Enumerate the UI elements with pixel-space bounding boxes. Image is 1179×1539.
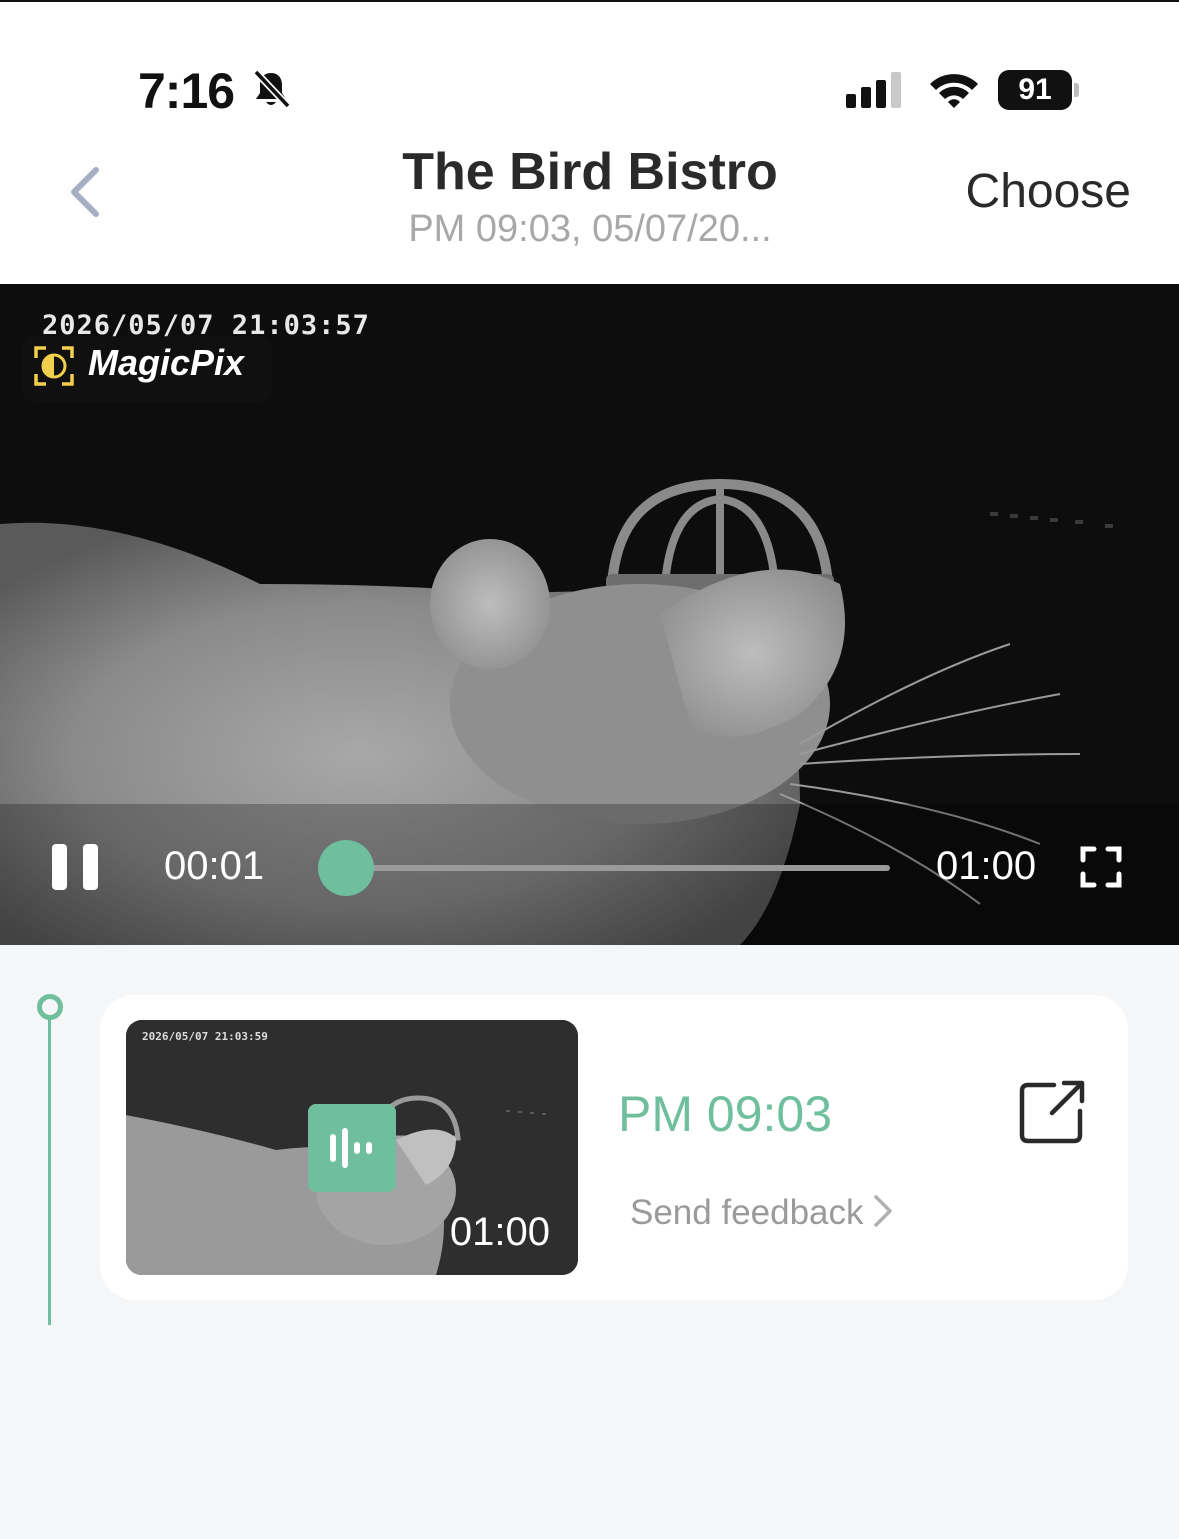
pause-button[interactable] [52,844,100,890]
event-card[interactable]: 2026/05/07 21:03:59 01:00 PM 09:03 Send … [100,995,1128,1300]
page-subtitle: PM 09:03, 05/07/20... [408,208,772,250]
status-bar: 7:16 91 [0,2,1179,132]
nav-header: The Bird Bistro PM 09:03, 05/07/20... Ch… [0,132,1179,284]
pause-icon-bar-right [83,844,98,890]
chevron-right-icon [873,1195,892,1227]
fullscreen-icon[interactable] [1080,846,1122,888]
event-time: PM 09:03 [618,1086,833,1142]
send-feedback-label: Send feedback [630,1193,864,1232]
thumbnail-timestamp: 2026/05/07 21:03:59 [142,1030,268,1043]
pause-icon-bar-left [52,844,67,890]
duration: 01:00 [936,844,1037,888]
page-title: The Bird Bistro [402,143,778,201]
seek-bar[interactable] [346,865,890,871]
video-player[interactable]: 2026/05/07 21:03:57 MagicPix 00:01 01:00 [0,284,1179,945]
timeline-line [48,1015,51,1325]
audio-wave-icon [308,1104,396,1192]
cellular-signal-icon [846,72,901,108]
current-time: 00:01 [164,844,265,888]
battery-icon: 91 [998,70,1082,110]
timeline-node [37,994,63,1020]
battery-level: 91 [998,70,1072,110]
choose-button[interactable]: Choose [966,164,1131,219]
back-button[interactable] [60,162,112,222]
wifi-icon [930,74,978,108]
share-icon[interactable] [1018,1079,1086,1145]
send-feedback-link[interactable]: Send feedback [630,1193,894,1233]
event-thumbnail[interactable]: 2026/05/07 21:03:59 01:00 [126,1020,578,1275]
seek-thumb[interactable] [318,840,374,896]
brand-logo: MagicPix [22,336,272,402]
brand-name: MagicPix [88,342,245,383]
battery-tip [1074,83,1079,97]
status-time: 7:16 [138,63,235,119]
thumbnail-duration: 01:00 [449,1210,550,1254]
bell-muted-icon [253,69,291,109]
magicpix-logo-icon [34,346,74,386]
